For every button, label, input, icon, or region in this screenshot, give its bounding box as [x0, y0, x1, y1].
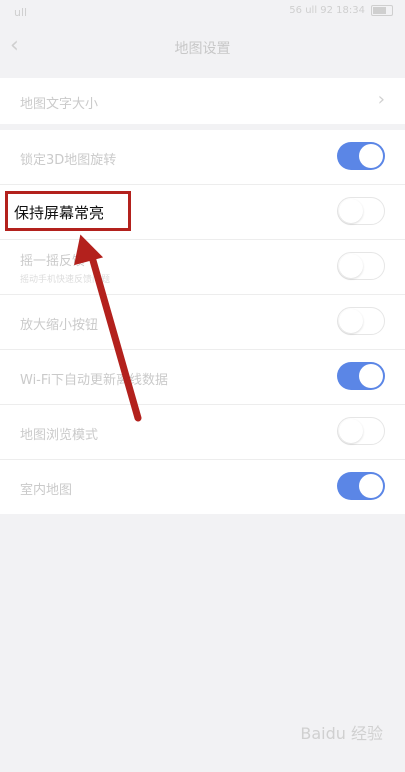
wifi-offline-label: Wi-Fi下自动更新离线数据 [20, 373, 169, 388]
shake-label-text: 摇一摇反馈 [20, 254, 86, 269]
map-text-size-label: 地图文字大小 [20, 97, 99, 112]
signal-indicator: ull [14, 6, 28, 19]
settings-group-text: 地图文字大小 › [0, 78, 405, 124]
row-wifi-offline[interactable]: Wi-Fi下自动更新离线数据 [0, 350, 405, 405]
toggle-knob [339, 308, 363, 333]
page-title: 地图设置 [174, 41, 231, 57]
toggle-knob [359, 144, 383, 168]
indoor-map-toggle[interactable] [337, 472, 385, 500]
keep-screen-on-label: 保持屏幕常亮 [14, 204, 105, 222]
chevron-right-icon: › [377, 89, 385, 110]
indoor-map-label: 室内地图 [20, 483, 73, 498]
status-text: 56 ull 92 18:34 [289, 5, 365, 16]
status-bar: ull 56 ull 92 18:34 [0, 0, 405, 26]
row-zoom-buttons[interactable]: 放大缩小按钮 [0, 295, 405, 350]
row-map-browse[interactable]: 地图浏览模式 [0, 405, 405, 460]
row-lock-3d-rotation[interactable]: 锁定3D地图旋转 [0, 130, 405, 185]
lock-3d-rotation-label: 锁定3D地图旋转 [20, 153, 117, 168]
nav-bar: ‹ 地图设置 [0, 26, 405, 70]
wifi-offline-toggle[interactable] [337, 362, 385, 390]
row-indoor-map[interactable]: 室内地图 [0, 460, 405, 514]
keep-screen-on-toggle[interactable] [337, 197, 385, 225]
watermark-logo: Baidu 经验 [300, 720, 383, 744]
zoom-buttons-label: 放大缩小按钮 [20, 318, 99, 333]
toggle-knob [339, 198, 363, 223]
toggle-knob [339, 253, 363, 278]
status-right: 56 ull 92 18:34 [289, 5, 393, 16]
map-browse-label: 地图浏览模式 [20, 428, 99, 443]
settings-group-main: 锁定3D地图旋转 摇一摇反馈 摇动手机快速反馈问题 放大缩小按钮 Wi-Fi下自… [0, 130, 405, 514]
zoom-buttons-toggle[interactable] [337, 307, 385, 335]
toggle-knob [339, 418, 363, 443]
row-map-text-size[interactable]: 地图文字大小 › [0, 78, 405, 124]
watermark-text: Baidu 经验 [300, 724, 383, 743]
battery-icon [371, 5, 393, 16]
shake-description: 摇动手机快速反馈问题 [20, 275, 111, 285]
lock-3d-rotation-toggle[interactable] [337, 142, 385, 170]
map-browse-toggle[interactable] [337, 417, 385, 445]
shake-label: 摇一摇反馈 [20, 250, 93, 269]
row-shake[interactable]: 摇一摇反馈 摇动手机快速反馈问题 [0, 240, 405, 295]
shake-toggle[interactable] [337, 252, 385, 280]
toggle-knob [359, 364, 383, 388]
new-dot-icon [87, 250, 93, 255]
toggle-knob [359, 474, 383, 498]
